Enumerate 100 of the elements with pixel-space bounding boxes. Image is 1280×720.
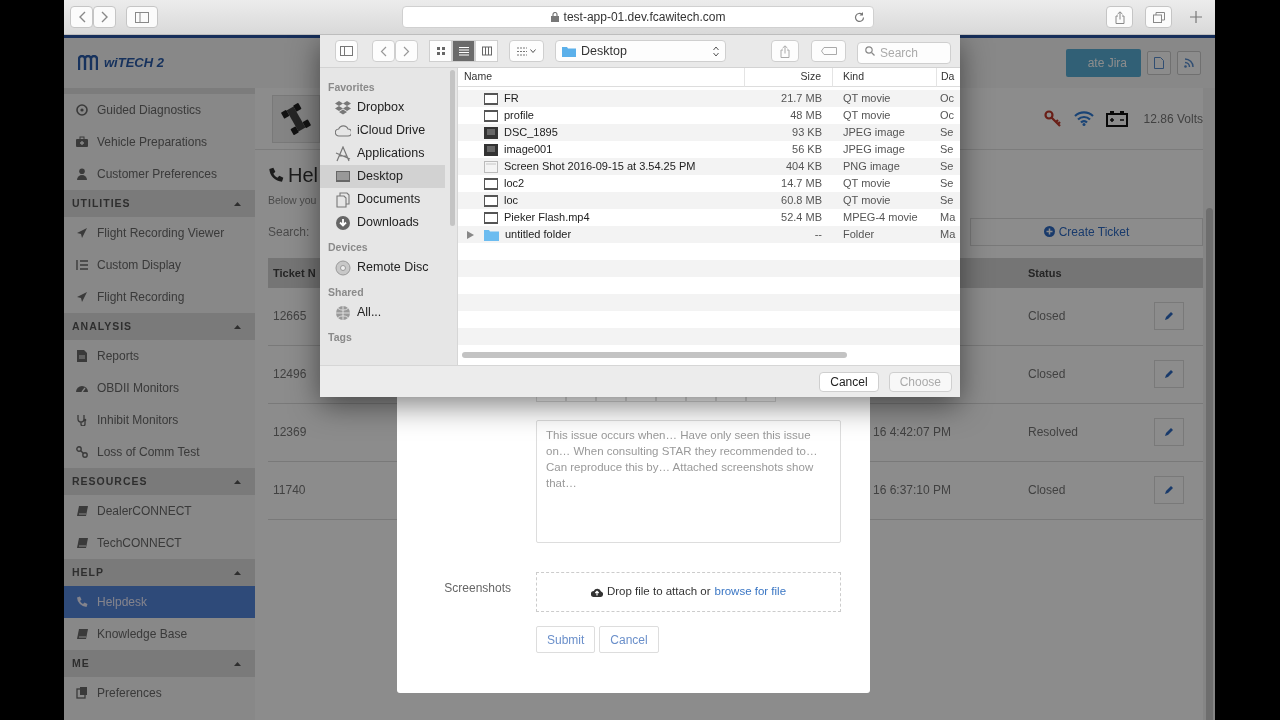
sidebar-heading: Shared — [327, 285, 365, 301]
sidebar-toggle-button[interactable] — [335, 40, 358, 62]
sidebar-item[interactable]: Desktop — [320, 165, 445, 188]
tag-button[interactable] — [811, 40, 846, 62]
cancel-button[interactable]: Cancel — [819, 371, 879, 392]
column-header[interactable]: Name — [458, 68, 745, 87]
create-ticket-button[interactable]: Create Ticket — [970, 217, 1203, 246]
sidebar-button[interactable] — [126, 6, 158, 28]
url-text: test-app-01.dev.fcawitech.com — [563, 9, 726, 26]
file-row[interactable]: profile — [458, 107, 745, 124]
section-header[interactable]: RESOURCES — [64, 468, 255, 495]
sidebar-icon — [135, 11, 149, 23]
user-icon — [76, 168, 88, 180]
file-name: FR — [504, 91, 519, 107]
sidebar-item[interactable]: Preferences — [64, 677, 255, 709]
sidebar-item[interactable]: Custom Display — [64, 249, 255, 281]
sidebar-item[interactable]: Knowledge Base — [64, 618, 255, 650]
location-popup[interactable]: Desktop — [555, 40, 726, 62]
back-button[interactable] — [70, 6, 93, 28]
view-mode-button[interactable] — [475, 40, 498, 62]
globe-icon — [335, 304, 351, 321]
edit-button[interactable] — [1154, 418, 1184, 447]
column-header[interactable]: Size — [745, 68, 833, 87]
logo-icon — [78, 55, 98, 71]
sidebar-item[interactable]: Loss of Comm Test — [64, 436, 255, 468]
folder-icon — [484, 228, 499, 241]
file-name: loc — [504, 193, 519, 209]
arrange-button[interactable] — [509, 40, 544, 62]
sidebar-heading: Tags — [327, 330, 353, 346]
section-header[interactable]: ME — [64, 650, 255, 677]
sidebar-item[interactable]: Flight Recording Viewer — [64, 217, 255, 249]
view-mode-button[interactable] — [429, 40, 452, 62]
sidebar-item[interactable]: Guided Diagnostics — [64, 94, 255, 126]
search-field[interactable]: Search — [857, 42, 951, 64]
movie-file-icon — [484, 109, 498, 122]
clipboard-icon — [76, 687, 88, 699]
file-row[interactable]: loc — [458, 192, 745, 209]
file-row[interactable]: loc2 — [458, 175, 745, 192]
file-row[interactable]: Pieker Flash.mp4 — [458, 209, 745, 226]
battery-icon — [1105, 110, 1128, 127]
folder-icon — [562, 45, 576, 57]
section-header[interactable]: HELP — [64, 559, 255, 586]
browse-link[interactable]: browse for file — [714, 583, 787, 601]
sidebar-item[interactable]: Customer Preferences — [64, 158, 255, 190]
file-kind: JPEG image — [842, 142, 906, 158]
description-field[interactable]: This issue occurs when… Have only seen this issue on… When consulting STAR they recommended to… Can reproduce this by… Attached screenshots show that… — [536, 420, 841, 543]
cancel-button[interactable]: Cancel — [599, 626, 659, 653]
view-mode-button[interactable] — [452, 40, 475, 62]
sidebar-item[interactable]: iCloud Drive — [320, 119, 445, 142]
file-kind: MPEG-4 movie — [842, 210, 919, 226]
reload-icon[interactable] — [854, 11, 865, 23]
file-dropzone[interactable]: Drop file to attach or browse for file — [536, 572, 841, 612]
scrollbar[interactable] — [1203, 88, 1215, 720]
sidebar-item[interactable]: Downloads — [320, 211, 445, 234]
sidebar-item[interactable]: Vehicle Preparations — [64, 126, 255, 158]
disc-icon — [335, 259, 351, 276]
file-row[interactable]: DSC_1895 — [458, 124, 745, 141]
disclosure-triangle-icon[interactable] — [467, 230, 474, 239]
list-view-icon — [458, 46, 469, 56]
submit-button[interactable]: Submit — [536, 626, 596, 653]
edit-button[interactable] — [1154, 476, 1184, 505]
section-title: ME — [72, 655, 90, 671]
file-row[interactable]: image001 — [458, 141, 745, 158]
book-icon — [76, 505, 88, 517]
file-row[interactable]: Screen Shot 2016-09-15 at 3.54.25 PM — [458, 158, 745, 175]
sidebar-item[interactable]: DealerCONNECT — [64, 495, 255, 527]
file-row[interactable]: FR — [458, 90, 745, 107]
tabs-icon — [1152, 11, 1165, 23]
pdf-button[interactable] — [1147, 51, 1171, 75]
cloud-icon — [335, 122, 351, 139]
section-header[interactable]: ANALYSIS — [64, 313, 255, 340]
sidebar-item[interactable]: Flight Recording — [64, 281, 255, 313]
vehicle-drawing — [281, 101, 311, 136]
rss-button[interactable] — [1177, 51, 1201, 75]
address-bar[interactable]: test-app-01.dev.fcawitech.com — [402, 6, 874, 28]
edit-button[interactable] — [1154, 302, 1184, 331]
sidebar-item[interactable]: TechCONNECT — [64, 527, 255, 559]
sidebar-item[interactable]: OBDII Monitors — [64, 372, 255, 404]
phone-icon — [76, 596, 88, 608]
file-row[interactable]: untitled folder — [458, 226, 745, 243]
column-header[interactable]: Kind — [833, 68, 937, 87]
forward-button[interactable] — [395, 40, 418, 62]
back-button[interactable] — [372, 40, 395, 62]
scrollbar[interactable] — [462, 352, 847, 358]
file-size: 52.4 MB — [780, 210, 823, 226]
forward-button[interactable] — [93, 6, 116, 28]
sidebar-item[interactable]: All... — [320, 301, 445, 324]
tabs-button[interactable] — [1145, 6, 1172, 28]
edit-button[interactable] — [1154, 360, 1184, 389]
section-header[interactable]: UTILITIES — [64, 190, 255, 217]
sidebar-item[interactable]: Remote Disc — [320, 256, 445, 279]
sidebar-item[interactable]: Inhibit Monitors — [64, 404, 255, 436]
sidebar-item[interactable]: Dropbox — [320, 96, 445, 119]
share-button[interactable] — [771, 40, 799, 62]
new-tab-icon[interactable] — [1190, 11, 1202, 23]
sidebar-item[interactable]: Applications — [320, 142, 445, 165]
sidebar-item[interactable]: Documents — [320, 188, 445, 211]
sidebar-item[interactable]: Reports — [64, 340, 255, 372]
share-button[interactable] — [1106, 6, 1133, 28]
scrollbar[interactable] — [450, 70, 455, 226]
